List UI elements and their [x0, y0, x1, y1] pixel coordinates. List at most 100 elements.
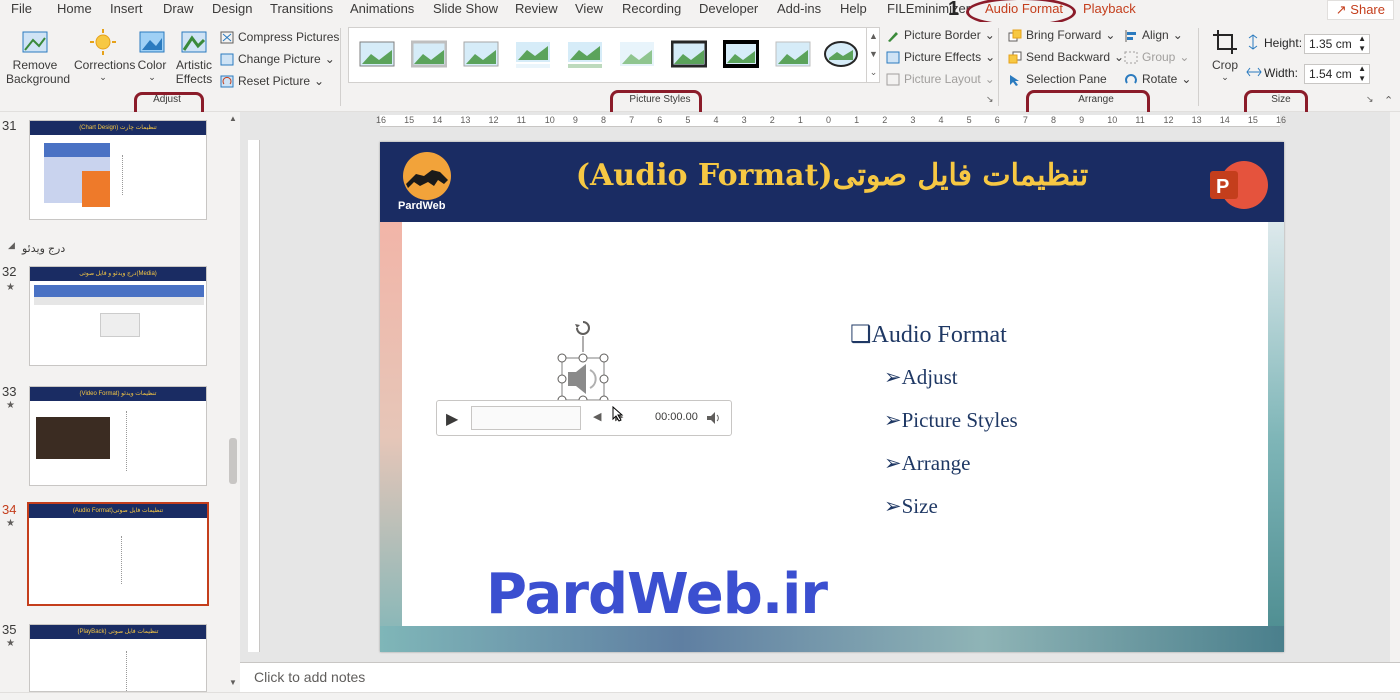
tab-transitions[interactable]: Transitions [270, 1, 333, 16]
selection-pane-button[interactable]: Selection Pane [1008, 72, 1107, 86]
style-thumb-10[interactable] [823, 38, 859, 70]
notes-pane[interactable]: Click to add notes [240, 662, 1400, 692]
width-label: Width: [1264, 66, 1299, 80]
corrections-button[interactable]: Corrections ⌄ [74, 28, 136, 83]
compress-pictures-button[interactable]: Compress Pictures [220, 30, 339, 44]
crop-button[interactable]: Crop ⌄ [1206, 28, 1244, 83]
tab-file[interactable]: File [11, 1, 32, 16]
thumb-title: درج ویدئو و فایل صوتی(Media) [30, 267, 206, 281]
scroll-down-icon[interactable]: ▼ [229, 678, 237, 687]
section-title[interactable]: درج ویدئو [22, 242, 65, 255]
group-icon [1124, 51, 1138, 63]
play-icon[interactable]: ▶ [446, 409, 458, 429]
width-field[interactable]: 1.54 cm ▲ ▼ [1304, 64, 1370, 84]
ruler-tick-label: 10 [1107, 115, 1118, 125]
tab-view[interactable]: View [575, 1, 603, 16]
dialog-launcher-icon[interactable]: ↘ [986, 94, 994, 105]
remove-background-button[interactable]: Remove Background [6, 28, 70, 86]
ruler-tick-label: 15 [1247, 115, 1258, 125]
tab-playback[interactable]: Playback [1083, 1, 1136, 16]
ruler-tick-label: 6 [657, 115, 663, 125]
slide-title[interactable]: تنظیمات فایل صوتی(Audio Format) [530, 158, 1134, 193]
style-thumb-5[interactable] [567, 38, 603, 70]
style-thumb-7[interactable] [671, 38, 707, 70]
tab-draw[interactable]: Draw [163, 1, 193, 16]
picture-effects-button[interactable]: Picture Effects ⌄ [886, 50, 995, 64]
send-backward-button[interactable]: Send Backward ⌄ [1008, 50, 1124, 64]
color-button[interactable]: Color ⌄ [136, 28, 168, 83]
style-thumb-3[interactable] [463, 38, 499, 70]
gallery-scroll[interactable]: ▲ ▼ ⌄ [866, 27, 880, 83]
ruler-tick-label: 9 [1079, 115, 1085, 125]
vertical-ruler [248, 140, 260, 652]
bring-forward-icon [1008, 29, 1022, 41]
pardweb-logo-icon [403, 152, 451, 200]
tab-recording[interactable]: Recording [622, 1, 681, 16]
artistic-effects-button[interactable]: Artistic Effects [172, 28, 216, 86]
picture-layout-button[interactable]: Picture Layout ⌄ [886, 72, 995, 86]
volume-icon[interactable] [705, 410, 723, 426]
slide-thumbnail-31[interactable]: (Chart Design) تنظیمات چارت [29, 120, 207, 220]
thumb-title: (Audio Format)تنظیمات فایل صوتی [29, 504, 207, 518]
slide-thumbnail-33[interactable]: (Video Format) تنظیمات ویدئو [29, 386, 207, 486]
audio-object-selection[interactable] [552, 318, 614, 404]
tab-home[interactable]: Home [57, 1, 92, 16]
style-thumb-6[interactable] [619, 38, 655, 70]
artistic-effects-label: Artistic Effects [175, 58, 213, 86]
style-thumb-2[interactable] [411, 38, 447, 70]
reset-picture-button[interactable]: Reset Picture ⌄ [220, 74, 324, 88]
audio-player-bar[interactable]: ▶ ◀ ▶ 00:00.00 [436, 400, 732, 436]
dialog-launcher-icon[interactable]: ↘ [1366, 94, 1374, 105]
transition-star-icon: ★ [6, 638, 15, 649]
tab-developer[interactable]: Developer [699, 1, 758, 16]
corrections-label: Corrections [74, 58, 136, 72]
ruler-tick-label: 14 [1219, 115, 1230, 125]
spinner-icon[interactable]: ▲ ▼ [1358, 34, 1366, 54]
slide-thumbnail-35[interactable]: (PlayBack) تنظیمات فایل صوتی [29, 624, 207, 692]
tab-add-ins[interactable]: Add-ins [777, 1, 821, 16]
share-button[interactable]: ↗ Share [1326, 0, 1394, 20]
thumb-bullets [126, 411, 186, 471]
audio-progress-track[interactable] [471, 406, 581, 430]
section-collapse-icon[interactable]: ◢ [8, 240, 15, 251]
align-button[interactable]: Align ⌄ [1124, 28, 1183, 42]
ruler-tick-label: 10 [544, 115, 555, 125]
group-button[interactable]: Group ⌄ [1124, 50, 1189, 64]
height-value: 1.35 cm [1309, 37, 1352, 51]
tab-review[interactable]: Review [515, 1, 558, 16]
chevron-down-icon: ⌄ [1114, 50, 1125, 64]
tab-animations[interactable]: Animations [350, 1, 414, 16]
thumbnails-scrollbar[interactable]: ▲ ▼ [226, 112, 240, 692]
bring-forward-button[interactable]: Bring Forward ⌄ [1008, 28, 1115, 42]
ruler-tick-label: 4 [938, 115, 944, 125]
tab-help[interactable]: Help [840, 1, 867, 16]
transition-star-icon: ★ [6, 400, 15, 411]
thumb-title: (Chart Design) تنظیمات چارت [30, 121, 206, 135]
style-thumb-8[interactable] [723, 38, 759, 70]
tab-slide-show[interactable]: Slide Show [433, 1, 498, 16]
checkbox-bullet-icon: ❑ [850, 322, 872, 348]
scroll-thumb[interactable] [229, 438, 237, 484]
style-thumb-9[interactable] [775, 38, 811, 70]
scroll-up-icon[interactable]: ▲ [229, 114, 237, 123]
picture-styles-gallery[interactable] [348, 27, 880, 83]
slide-canvas[interactable]: PardWeb تنظیمات فایل صوتی(Audio Format) … [380, 142, 1284, 652]
skip-back-icon[interactable]: ◀ [593, 410, 601, 423]
style-thumb-4[interactable] [515, 38, 551, 70]
slide-thumbnail-32[interactable]: درج ویدئو و فایل صوتی(Media) [29, 266, 207, 366]
style-thumb-1[interactable] [359, 38, 395, 70]
change-picture-button[interactable]: Change Picture ⌄ [220, 52, 335, 66]
slide-thumbnail-34[interactable]: (Audio Format)تنظیمات فایل صوتی [27, 502, 209, 606]
tab-insert[interactable]: Insert [110, 1, 143, 16]
ruler-tick-label: 2 [882, 115, 888, 125]
align-label: Align [1142, 28, 1169, 42]
rotate-button[interactable]: Rotate ⌄ [1124, 72, 1191, 86]
picture-border-button[interactable]: Picture Border ⌄ [886, 28, 995, 42]
thumb-video-image [36, 417, 110, 459]
tab-design[interactable]: Design [212, 1, 252, 16]
editor-scrollbar[interactable] [1390, 112, 1400, 662]
spinner-icon[interactable]: ▲ ▼ [1358, 64, 1366, 84]
bullet-list[interactable]: ❑Audio Format ➢Adjust ➢Picture Styles ➢A… [850, 320, 1018, 537]
collapse-ribbon-icon[interactable]: ⌃ [1384, 94, 1393, 107]
height-field[interactable]: 1.35 cm ▲ ▼ [1304, 34, 1370, 54]
